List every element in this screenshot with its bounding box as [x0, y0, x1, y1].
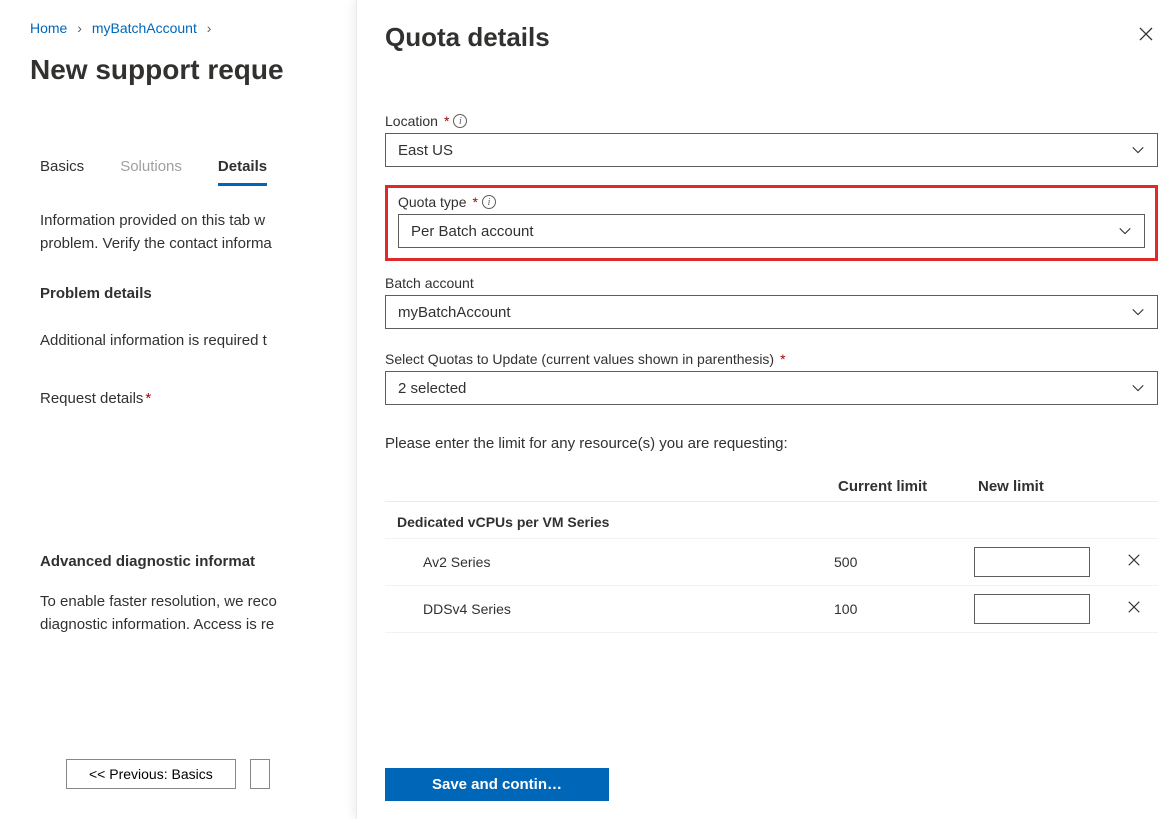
chevron-down-icon: [1131, 305, 1145, 319]
close-icon: [1127, 553, 1141, 567]
table-row: Av2 Series 500: [385, 539, 1158, 586]
select-quotas-label: Select Quotas to Update (current values …: [385, 351, 1158, 367]
tab-basics[interactable]: Basics: [40, 158, 84, 186]
breadcrumb-account[interactable]: myBatchAccount: [92, 20, 197, 36]
quota-type-label: Quota type* i: [398, 194, 1145, 210]
batch-account-select[interactable]: myBatchAccount: [385, 295, 1158, 329]
bottom-bar: << Previous: Basics: [66, 759, 270, 789]
panel-title: Quota details: [385, 22, 550, 53]
col-new-limit: New limit: [978, 478, 1118, 495]
save-and-continue-button[interactable]: Save and contin…: [385, 768, 609, 801]
close-icon: [1138, 26, 1154, 42]
remove-row-button[interactable]: [1127, 600, 1141, 618]
table-header: Current limit New limit: [385, 478, 1158, 502]
select-quotas-dropdown[interactable]: 2 selected: [385, 371, 1158, 405]
new-limit-input[interactable]: [974, 594, 1090, 624]
col-current-limit: Current limit: [838, 478, 978, 495]
row-name: DDSv4 Series: [389, 601, 834, 617]
batch-account-value: myBatchAccount: [398, 304, 511, 321]
breadcrumb-separator: ›: [207, 20, 212, 36]
table-row: DDSv4 Series 100: [385, 586, 1158, 633]
close-icon: [1127, 600, 1141, 614]
panel-footer: Save and contin…: [385, 750, 1158, 801]
tab-details[interactable]: Details: [218, 158, 267, 186]
info-icon[interactable]: i: [453, 114, 467, 128]
select-quotas-value: 2 selected: [398, 380, 466, 397]
breadcrumb-separator: ›: [77, 20, 82, 36]
quota-table: Current limit New limit Dedicated vCPUs …: [385, 478, 1158, 633]
previous-button[interactable]: << Previous: Basics: [66, 759, 236, 789]
tab-solutions[interactable]: Solutions: [120, 158, 182, 186]
next-button-partial[interactable]: [250, 759, 270, 789]
batch-account-label: Batch account: [385, 275, 1158, 291]
row-current: 100: [834, 601, 974, 617]
info-icon[interactable]: i: [482, 195, 496, 209]
remove-row-button[interactable]: [1127, 553, 1141, 571]
quota-details-panel: Quota details Location* i East US Quota …: [356, 0, 1176, 819]
table-group-row: Dedicated vCPUs per VM Series: [385, 502, 1158, 539]
quota-type-select[interactable]: Per Batch account: [398, 214, 1145, 248]
row-name: Av2 Series: [389, 554, 834, 570]
close-button[interactable]: [1134, 22, 1158, 51]
instruction-text: Please enter the limit for any resource(…: [385, 435, 1158, 452]
chevron-down-icon: [1118, 224, 1132, 238]
quota-type-highlight: Quota type* i Per Batch account: [385, 185, 1158, 261]
location-label: Location* i: [385, 113, 1158, 129]
quota-type-value: Per Batch account: [411, 223, 534, 240]
new-limit-input[interactable]: [974, 547, 1090, 577]
breadcrumb-home[interactable]: Home: [30, 20, 67, 36]
row-current: 500: [834, 554, 974, 570]
chevron-down-icon: [1131, 143, 1145, 157]
location-value: East US: [398, 142, 453, 159]
chevron-down-icon: [1131, 381, 1145, 395]
location-select[interactable]: East US: [385, 133, 1158, 167]
